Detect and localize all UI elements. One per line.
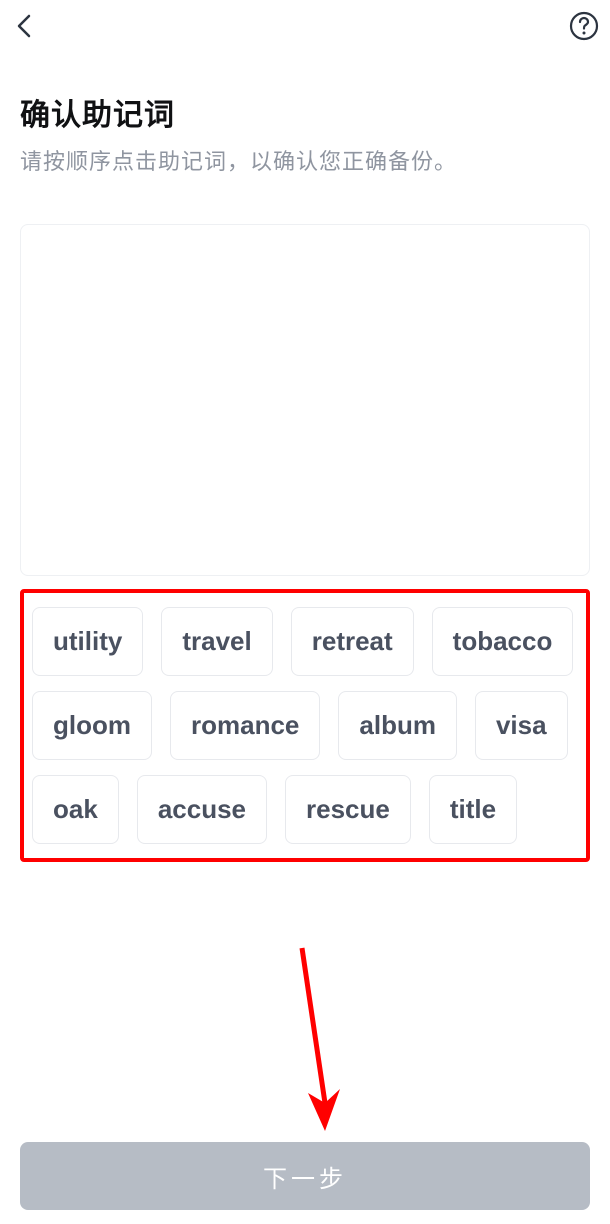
word-chip-album[interactable]: album (338, 691, 457, 760)
word-chip-accuse[interactable]: accuse (137, 775, 267, 844)
word-grid: utility travel retreat tobacco gloom rom… (32, 607, 578, 844)
word-chip-romance[interactable]: romance (170, 691, 320, 760)
word-chip-gloom[interactable]: gloom (32, 691, 152, 760)
selected-words-area[interactable] (20, 224, 590, 576)
main-content: 确认助记词 请按顺序点击助记词，以确认您正确备份。 utility travel… (0, 52, 610, 862)
page-subtitle: 请按顺序点击助记词，以确认您正确备份。 (20, 144, 590, 176)
word-grid-highlight: utility travel retreat tobacco gloom rom… (20, 589, 590, 862)
word-chip-visa[interactable]: visa (475, 691, 568, 760)
word-chip-utility[interactable]: utility (32, 607, 143, 676)
word-chip-oak[interactable]: oak (32, 775, 119, 844)
help-button[interactable] (568, 10, 600, 42)
word-chip-tobacco[interactable]: tobacco (432, 607, 574, 676)
word-chip-travel[interactable]: travel (161, 607, 272, 676)
word-chip-retreat[interactable]: retreat (291, 607, 414, 676)
back-button[interactable] (10, 12, 38, 40)
word-chip-rescue[interactable]: rescue (285, 775, 411, 844)
header-bar (0, 0, 610, 52)
next-button[interactable]: 下一步 (20, 1142, 590, 1210)
page-title: 确认助记词 (20, 90, 590, 134)
word-chip-title[interactable]: title (429, 775, 517, 844)
annotation-arrow-icon (290, 943, 350, 1138)
question-circle-icon (569, 11, 599, 41)
chevron-left-icon (14, 12, 34, 40)
